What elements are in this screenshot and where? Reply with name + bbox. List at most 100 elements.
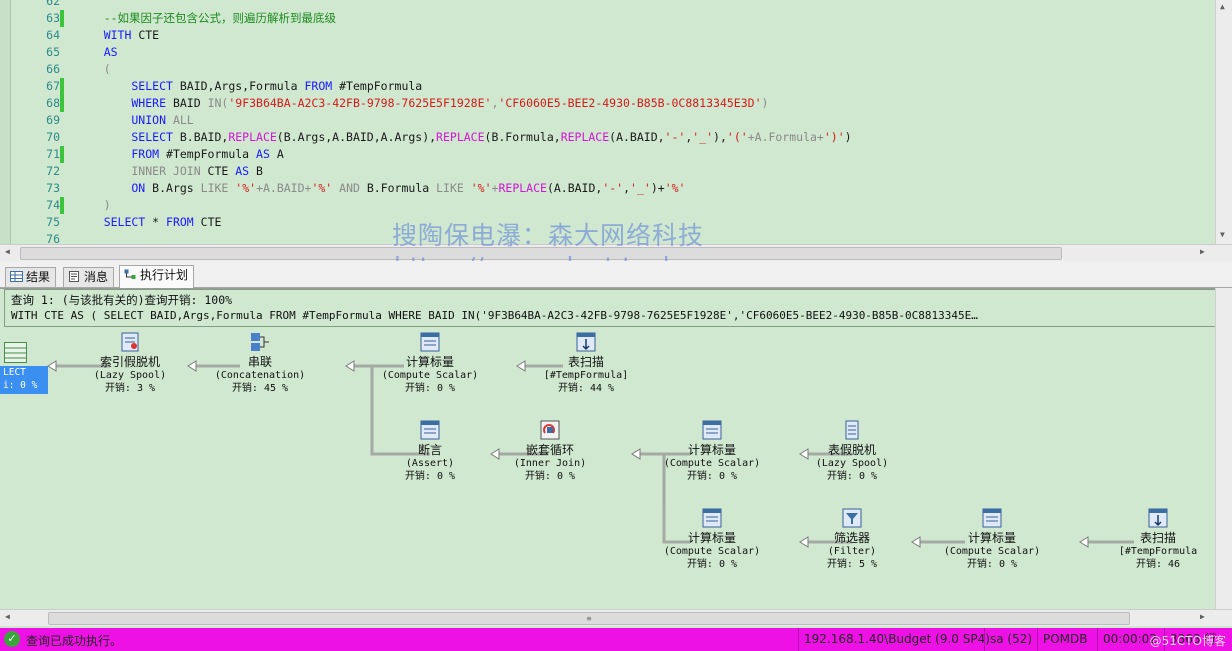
node-name: 计算标量: [967, 531, 1016, 545]
code-token: REPLACE: [560, 130, 610, 144]
code-token: (B.Args,A.BAID,A.Args),: [276, 130, 437, 144]
node-name: 计算标量: [687, 531, 736, 545]
code-text[interactable]: ON B.Args LIKE '%'+A.BAID+'%' AND B.Form…: [76, 180, 685, 197]
code-token: ),: [713, 130, 727, 144]
code-text[interactable]: UNION ALL: [76, 112, 193, 129]
code-line[interactable]: 68 WHERE BAID IN('9F3B64BA-A2C3-42FB-979…: [0, 95, 1210, 112]
code-token: B.Formula: [359, 181, 437, 195]
node-name: 计算标量: [405, 355, 454, 369]
plan-node-compute-scalar-1[interactable]: 计算标量 (Compute Scalar) 开销: 0 %: [370, 331, 490, 395]
node-name: 表假脱机: [827, 443, 876, 457]
node-cost: 开销: 0 %: [404, 471, 456, 482]
plan-node-select[interactable]: LECT i: 0 %: [0, 340, 48, 394]
code-line[interactable]: 73 ON B.Args LIKE '%'+A.BAID+'%' AND B.F…: [0, 180, 1210, 197]
code-text[interactable]: --如果因子还包含公式，则遍历解析到最底级: [76, 10, 336, 27]
line-number: 62: [46, 0, 60, 8]
code-text[interactable]: INNER JOIN CTE AS B: [76, 163, 263, 180]
scroll-right-icon[interactable]: ▶: [1200, 247, 1205, 256]
code-line[interactable]: 64 WITH CTE: [0, 27, 1210, 44]
scroll-up-icon[interactable]: ▲: [1220, 2, 1225, 11]
code-token: FROM: [304, 79, 333, 93]
tab-messages[interactable]: 消息: [63, 267, 115, 287]
code-line[interactable]: 63 --如果因子还包含公式，则遍历解析到最底级: [0, 10, 1210, 27]
code-line[interactable]: 72 INNER JOIN CTE AS B: [0, 163, 1210, 180]
line-number: 71: [46, 147, 60, 161]
code-line[interactable]: 71 FROM #TempFormula AS A: [0, 146, 1210, 163]
node-subtitle: (Concatenation): [214, 370, 306, 381]
tab-results[interactable]: 结果: [5, 267, 57, 287]
code-token: IN(: [207, 96, 229, 110]
code-token: AS: [235, 164, 250, 178]
code-token: (: [76, 62, 111, 76]
code-line[interactable]: 69 UNION ALL: [0, 112, 1210, 129]
scroll-left-icon[interactable]: ◀: [5, 247, 10, 256]
code-token: AND: [332, 181, 360, 195]
scroll-left-icon[interactable]: ◀: [5, 612, 10, 621]
status-bar: ✓ 查询已成功执行。 192.168.1.40\Budget (9.0 SP4)…: [0, 628, 1232, 651]
plan-horizontal-scrollbar[interactable]: ◀ ≡ ▶: [0, 609, 1232, 626]
plan-node-compute-scalar-4[interactable]: 计算标量 (Compute Scalar) 开销: 0 %: [932, 507, 1052, 571]
code-line[interactable]: 74 ): [0, 197, 1210, 214]
code-token: +A.Formula+: [747, 130, 824, 144]
execution-plan-pane[interactable]: 查询 1: (与该批有关的)查询开销: 100% WITH CTE AS ( S…: [0, 288, 1232, 609]
code-token: AS: [76, 45, 118, 59]
code-token: CTE: [131, 28, 160, 42]
scroll-down-icon[interactable]: ▼: [1220, 230, 1225, 239]
code-token: A: [269, 147, 284, 161]
code-token: LIKE: [436, 181, 464, 195]
sql-editor[interactable]: 62 63 --如果因子还包含公式，则遍历解析到最底级 64 WITH CTE 65 …: [0, 0, 1232, 244]
plan-node-lazy-spool-2[interactable]: 表假脱机 (Lazy Spool) 开销: 0 %: [792, 419, 912, 483]
compute-scalar-icon: [420, 332, 440, 352]
scroll-right-icon[interactable]: ▶: [1200, 612, 1205, 621]
editor-vertical-scrollbar[interactable]: ▲ ▼: [1215, 0, 1232, 244]
code-line[interactable]: 67 SELECT BAID,Args,Formula FROM #TempFo…: [0, 78, 1210, 95]
code-token: BAID,Args,Formula: [172, 79, 305, 93]
plan-node-nested-loops[interactable]: 嵌套循环 (Inner Join) 开销: 0 %: [490, 419, 610, 483]
code-line[interactable]: 65 AS: [0, 44, 1210, 61]
plan-node-compute-scalar-3[interactable]: 计算标量 (Compute Scalar) 开销: 0 %: [652, 507, 772, 571]
code-token: (A.BAID,: [546, 181, 603, 195]
plan-node-compute-scalar-2[interactable]: 计算标量 (Compute Scalar) 开销: 0 %: [652, 419, 772, 483]
scroll-thumb[interactable]: ≡: [48, 612, 1130, 625]
code-line[interactable]: 66 (: [0, 61, 1210, 78]
node-name: 串联: [247, 355, 272, 369]
node-cost: 开销: 0 %: [686, 471, 738, 482]
node-cost: 开销: 0 %: [966, 559, 1018, 570]
watermark-corner: @51CTO博客: [1149, 634, 1226, 648]
code-token: WHERE: [76, 96, 167, 110]
node-cost: 开销: 44 %: [557, 383, 615, 394]
plan-node-table-scan-1[interactable]: 表扫描 [#TempFormula] 开销: 44 %: [526, 331, 646, 395]
code-token: B: [249, 164, 263, 178]
plan-node-concatenation[interactable]: 串联 (Concatenation) 开销: 45 %: [200, 331, 320, 395]
code-text[interactable]: (: [76, 61, 111, 78]
code-token: SELECT: [76, 79, 173, 93]
code-token: LIKE: [200, 181, 229, 195]
node-cost: 开销: 0 %: [826, 471, 878, 482]
watermark-text: 搜陶保电瀑：森大网络科技: [392, 221, 705, 250]
tab-execution-plan[interactable]: 执行计划: [119, 265, 195, 288]
code-line[interactable]: 62: [0, 0, 1210, 10]
code-line[interactable]: 70 SELECT B.BAID,REPLACE(B.Args,A.BAID,A…: [0, 129, 1210, 146]
code-text[interactable]: WITH CTE: [76, 27, 159, 44]
table-spool-icon: [845, 420, 859, 440]
code-text[interactable]: ): [76, 197, 111, 214]
plan-node-table-scan-2[interactable]: 表扫描 [#TempFormula 开销: 46: [1098, 507, 1218, 571]
code-text[interactable]: WHERE BAID IN('9F3B64BA-A2C3-42FB-9798-7…: [76, 95, 768, 112]
node-subtitle: (Inner Join): [513, 458, 587, 469]
line-number: 69: [46, 113, 60, 127]
node-cost: 开销: 5 %: [826, 559, 878, 570]
plan-node-lazy-spool-1[interactable]: 索引假脱机 (Lazy Spool) 开销: 3 %: [70, 331, 190, 395]
code-token: '(': [726, 130, 748, 144]
results-tabbar: 结果 消息 执行计划: [0, 261, 1232, 288]
plan-node-assert[interactable]: 断言 (Assert) 开销: 0 %: [370, 419, 490, 483]
login-user: sa (52): [984, 628, 1037, 651]
code-text[interactable]: FROM #TempFormula AS A: [76, 146, 284, 163]
code-text[interactable]: AS: [76, 44, 118, 61]
plan-vertical-scrollbar[interactable]: [1215, 288, 1232, 609]
code-token: '-': [664, 130, 686, 144]
plan-node-filter[interactable]: 筛选器 (Filter) 开销: 5 %: [792, 507, 912, 571]
select-node-label: LECT i: 0 %: [0, 366, 48, 394]
code-text[interactable]: SELECT * FROM CTE: [76, 214, 222, 231]
code-text[interactable]: SELECT B.BAID,REPLACE(B.Args,A.BAID,A.Ar…: [76, 129, 851, 146]
code-text[interactable]: SELECT BAID,Args,Formula FROM #TempFormu…: [76, 78, 422, 95]
